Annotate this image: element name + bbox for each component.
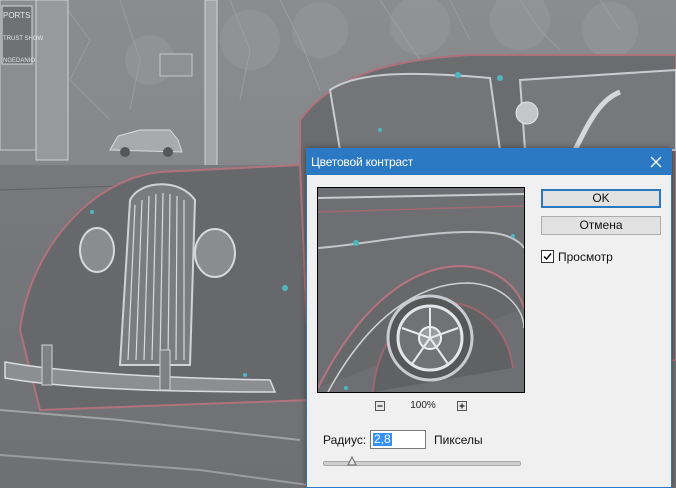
zoom-controls: 100% <box>375 400 475 415</box>
cancel-button[interactable]: Отмена <box>541 216 661 235</box>
color-contrast-dialog: Цветовой контраст 100% OK Отмена Просмот… <box>306 148 672 488</box>
radius-row: Радиус: 2,8 Пикселы <box>323 430 523 450</box>
preview-pane[interactable] <box>317 187 525 393</box>
zoom-out-icon <box>377 405 383 407</box>
sign-text-2: TRUST SHOW <box>3 36 44 42</box>
sign-text-1: PORTS <box>3 11 30 20</box>
radius-input[interactable]: 2,8 <box>370 430 426 449</box>
preview-image <box>318 188 524 392</box>
sign-text-3: NGEDANIO <box>3 58 35 64</box>
radius-value: 2,8 <box>373 432 392 446</box>
zoom-level: 100% <box>410 400 436 411</box>
close-icon <box>650 156 662 168</box>
zoom-out-button[interactable] <box>375 401 385 411</box>
close-button[interactable] <box>643 150 669 174</box>
dialog-titlebar[interactable]: Цветовой контраст <box>307 149 671 175</box>
preview-checkbox-label: Просмотр <box>558 250 613 264</box>
radius-slider-thumb[interactable] <box>347 456 357 466</box>
preview-checkbox[interactable] <box>541 250 554 263</box>
preview-option[interactable]: Просмотр <box>541 249 661 265</box>
radius-label: Радиус: <box>323 433 367 447</box>
checkmark-icon <box>543 253 552 261</box>
zoom-in-button[interactable] <box>457 401 467 411</box>
zoom-in-icon <box>459 403 465 409</box>
radius-unit-label: Пикселы <box>434 433 483 447</box>
dialog-title: Цветовой контраст <box>311 155 414 169</box>
ok-button[interactable]: OK <box>541 189 661 208</box>
